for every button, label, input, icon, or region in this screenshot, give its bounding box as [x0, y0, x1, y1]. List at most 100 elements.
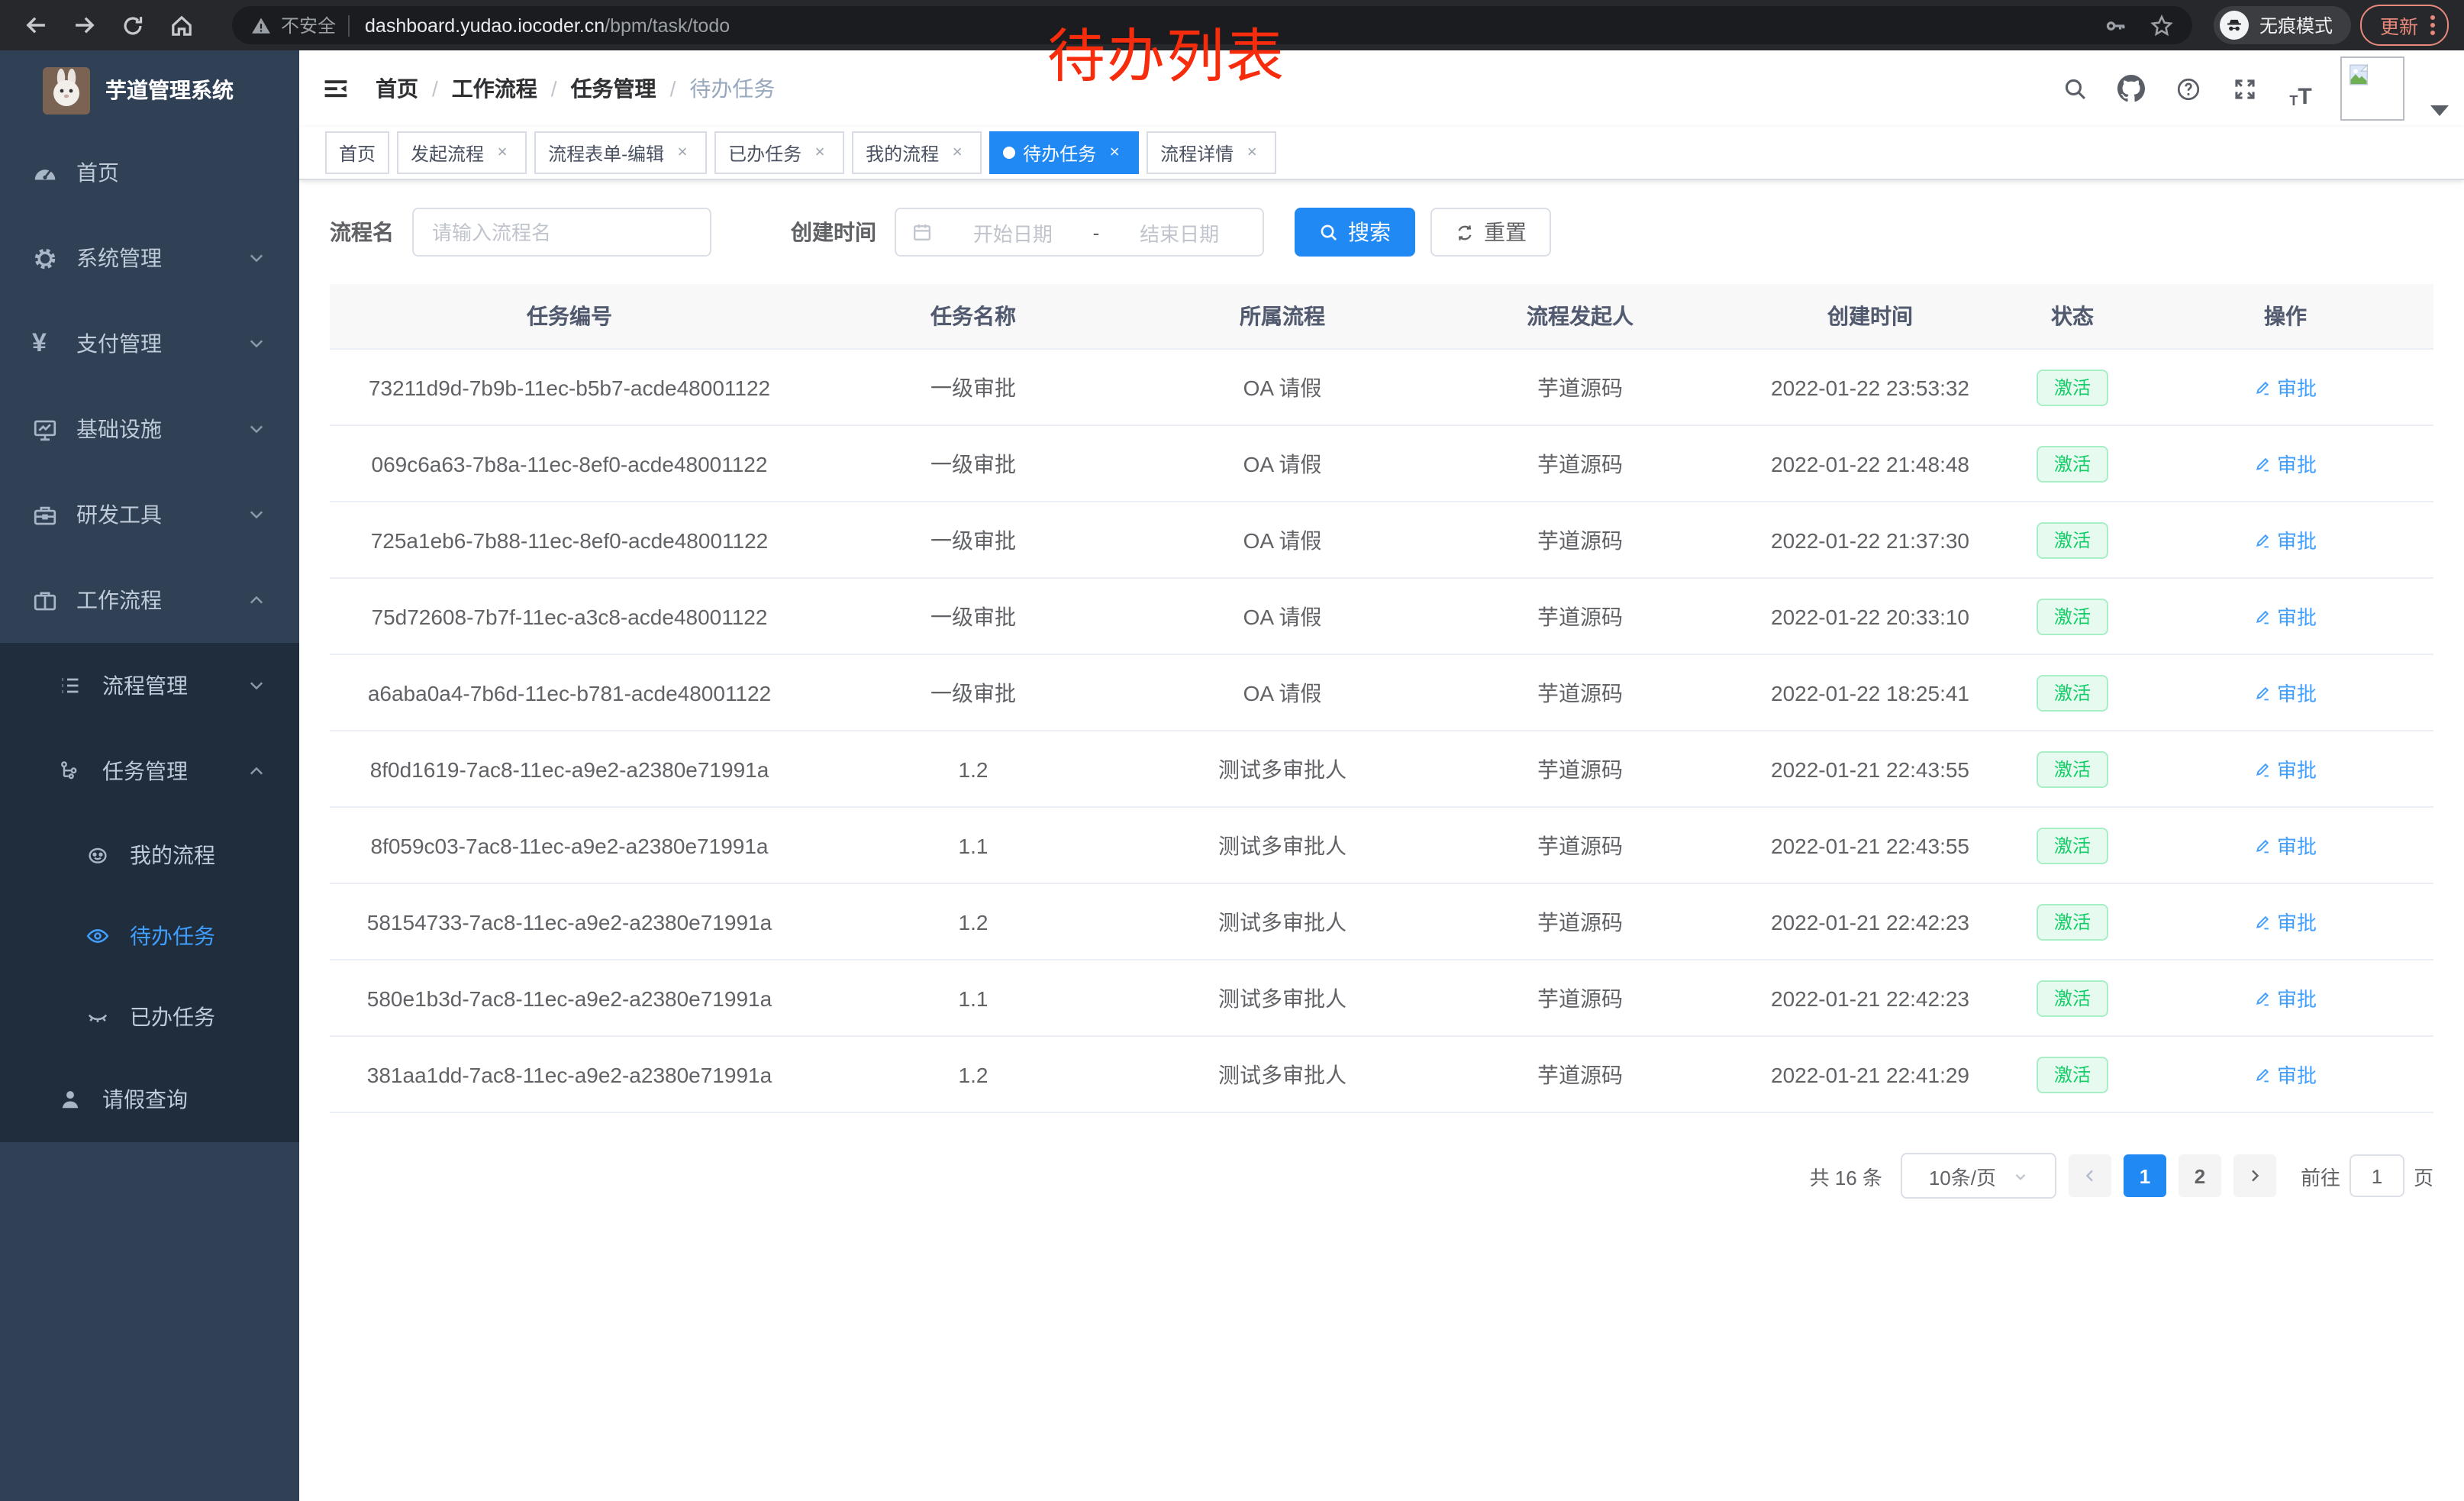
- status-badge: 激活: [2037, 445, 2108, 482]
- total-count: 共 16 条: [1810, 1161, 1882, 1190]
- sidebar-item-system[interactable]: 系统管理: [0, 215, 299, 301]
- search-icon[interactable]: [2058, 69, 2091, 108]
- approve-link[interactable]: 审批: [2254, 678, 2317, 707]
- close-icon[interactable]: ×: [672, 142, 693, 163]
- approve-link[interactable]: 审批: [2254, 602, 2317, 631]
- start-date-placeholder: 开始日期: [945, 218, 1081, 247]
- breadcrumb-task-mgmt[interactable]: 任务管理: [571, 73, 656, 104]
- face-icon: [85, 842, 111, 867]
- eye-icon: [85, 923, 111, 947]
- page-button-2[interactable]: 2: [2179, 1154, 2221, 1197]
- fullscreen-icon[interactable]: [2227, 69, 2261, 108]
- approve-link[interactable]: 审批: [2254, 373, 2317, 402]
- table-row: 75d72608-7b7f-11ec-a3c8-acde48001122一级审批…: [330, 578, 2433, 654]
- table-row: 381aa1dd-7ac8-11ec-a9e2-a2380e71991a1.2测…: [330, 1036, 2433, 1112]
- person-icon: [58, 1087, 84, 1112]
- approve-link[interactable]: 审批: [2254, 1060, 2317, 1089]
- table-row: 73211d9d-7b9b-11ec-b5b7-acde48001122一级审批…: [330, 349, 2433, 425]
- range-separator: -: [1093, 221, 1100, 244]
- pagination: 共 16 条 10条/页 1 2 前往 页: [330, 1153, 2433, 1199]
- home-icon[interactable]: [162, 5, 202, 45]
- edit-icon: [2254, 531, 2272, 549]
- status-badge: 激活: [2037, 1056, 2108, 1093]
- sidebar-toggle-icon[interactable]: [299, 50, 373, 127]
- chrome-menu-icon[interactable]: [2430, 15, 2435, 35]
- monitor-icon: [32, 416, 58, 442]
- edit-icon: [2254, 607, 2272, 625]
- close-icon[interactable]: ×: [947, 142, 968, 163]
- update-button[interactable]: 更新: [2360, 5, 2449, 46]
- table-header-row: 任务编号 任务名称 所属流程 流程发起人 创建时间 状态 操作: [330, 284, 2433, 349]
- sidebar-item-todo-tasks[interactable]: 待办任务: [0, 895, 299, 976]
- chevron-up-icon: [247, 591, 266, 609]
- sidebar-item-leave-query[interactable]: 请假查询: [0, 1057, 299, 1142]
- help-icon[interactable]: [2171, 69, 2204, 108]
- approve-link[interactable]: 审批: [2254, 754, 2317, 783]
- sidebar-item-workflow[interactable]: 工作流程: [0, 557, 299, 643]
- toolbox-icon: [32, 502, 58, 528]
- col-operation: 操作: [2137, 284, 2433, 349]
- tab-done-tasks[interactable]: 已办任务×: [714, 131, 844, 174]
- breadcrumb-workflow[interactable]: 工作流程: [452, 73, 537, 104]
- goto-page-input[interactable]: [2350, 1154, 2404, 1197]
- col-created: 创建时间: [1733, 284, 2008, 349]
- tab-start-process[interactable]: 发起流程×: [397, 131, 527, 174]
- page-button-1[interactable]: 1: [2124, 1154, 2166, 1197]
- approve-link[interactable]: 审批: [2254, 983, 2317, 1012]
- approve-link[interactable]: 审批: [2254, 907, 2317, 936]
- table-row: 069c6a63-7b8a-11ec-8ef0-acde48001122一级审批…: [330, 425, 2433, 502]
- github-icon[interactable]: [2114, 69, 2148, 108]
- tab-home[interactable]: 首页: [325, 131, 389, 174]
- sidebar-item-done-tasks[interactable]: 已办任务: [0, 976, 299, 1057]
- breadcrumb-current: 待办任务: [689, 73, 775, 104]
- sidebar-item-task-mgmt[interactable]: 任务管理: [0, 728, 299, 814]
- status-badge: 激活: [2037, 750, 2108, 787]
- prev-page-button[interactable]: [2069, 1154, 2111, 1197]
- breadcrumb-home[interactable]: 首页: [376, 73, 418, 104]
- close-icon[interactable]: ×: [1104, 142, 1125, 163]
- create-time-label: 创建时间: [791, 217, 876, 247]
- tab-todo-tasks[interactable]: 待办任务×: [989, 131, 1139, 174]
- close-icon[interactable]: ×: [1241, 142, 1263, 163]
- date-range-picker[interactable]: 开始日期 - 结束日期: [895, 208, 1264, 257]
- avatar[interactable]: [2340, 56, 2404, 121]
- tab-process-detail[interactable]: 流程详情×: [1147, 131, 1276, 174]
- edit-icon: [2254, 378, 2272, 396]
- tab-form-edit[interactable]: 流程表单-编辑×: [534, 131, 707, 174]
- incognito-label: 无痕模式: [2259, 12, 2333, 38]
- list-icon: [58, 673, 84, 698]
- chevron-down-icon: [247, 676, 266, 695]
- approve-link[interactable]: 审批: [2254, 525, 2317, 554]
- edit-icon: [2254, 683, 2272, 702]
- next-page-button[interactable]: [2233, 1154, 2276, 1197]
- sidebar-item-devtools[interactable]: 研发工具: [0, 472, 299, 557]
- reset-button[interactable]: 重置: [1430, 208, 1551, 257]
- status-badge: 激活: [2037, 827, 2108, 863]
- approve-link[interactable]: 审批: [2254, 831, 2317, 860]
- process-name-input[interactable]: [412, 208, 711, 257]
- reload-icon[interactable]: [113, 5, 153, 45]
- table-row: 8f059c03-7ac8-11ec-a9e2-a2380e71991a1.1测…: [330, 807, 2433, 883]
- tab-my-process[interactable]: 我的流程×: [852, 131, 982, 174]
- page-size-select[interactable]: 10条/页: [1901, 1153, 2056, 1199]
- forward-icon[interactable]: [64, 5, 104, 45]
- incognito-badge: 无痕模式: [2214, 6, 2351, 44]
- font-size-icon[interactable]: TT: [2284, 69, 2317, 108]
- process-name-label: 流程名: [330, 217, 394, 247]
- approve-link[interactable]: 审批: [2254, 449, 2317, 478]
- sidebar-item-home[interactable]: 首页: [0, 130, 299, 215]
- search-button[interactable]: 搜索: [1295, 208, 1415, 257]
- password-key-icon[interactable]: [2104, 13, 2128, 37]
- close-icon[interactable]: ×: [492, 142, 513, 163]
- sidebar-item-my-process[interactable]: 我的流程: [0, 814, 299, 895]
- close-icon[interactable]: ×: [809, 142, 830, 163]
- sidebar-item-infra[interactable]: 基础设施: [0, 386, 299, 472]
- page-unit-label: 页: [2414, 1161, 2433, 1190]
- back-icon[interactable]: [15, 5, 55, 45]
- avatar-dropdown-icon[interactable]: [2430, 105, 2449, 115]
- sidebar-item-payment[interactable]: ¥ 支付管理: [0, 301, 299, 386]
- bookmark-star-icon[interactable]: [2150, 13, 2174, 37]
- end-date-placeholder: 结束日期: [1111, 218, 1247, 247]
- sidebar-logo[interactable]: 芋道管理系统: [0, 50, 299, 130]
- sidebar-item-process-mgmt[interactable]: 流程管理: [0, 643, 299, 728]
